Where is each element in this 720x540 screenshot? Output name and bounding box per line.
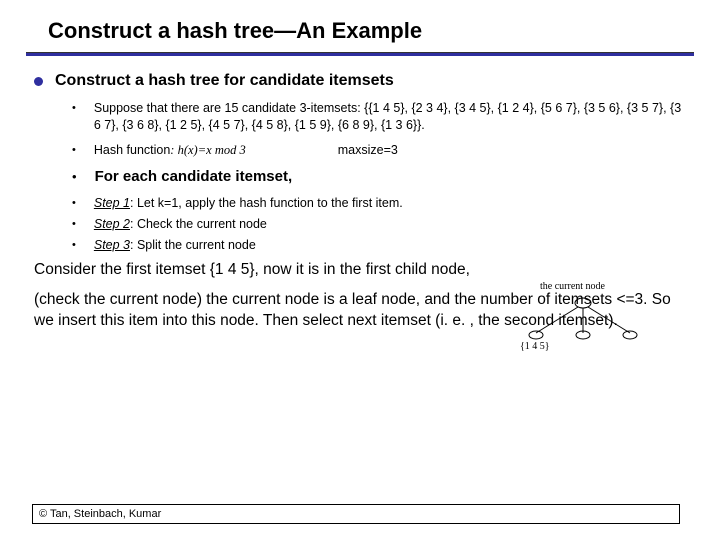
step-text: : Split the current node — [130, 238, 256, 252]
colon: : — [170, 143, 177, 157]
bullet-mark-icon: • — [72, 102, 76, 114]
list-item: • Step 1: Let k=1, apply the hash functi… — [72, 195, 686, 212]
bullet-text: Step 1: Let k=1, apply the hash function… — [94, 195, 403, 212]
maxsize-label: maxsize=3 — [338, 142, 398, 159]
list-item: • Suppose that there are 15 candidate 3-… — [72, 100, 686, 134]
list-item: • Step 2: Check the current node — [72, 216, 686, 233]
step-label: Step 3 — [94, 238, 130, 252]
step-text: : Check the current node — [130, 217, 267, 231]
step-label: Step 2 — [94, 217, 130, 231]
bullet-text-emph: For each candidate itemset, — [95, 167, 293, 187]
tree-svg — [518, 283, 648, 349]
content-area: Construct a hash tree for candidate item… — [0, 56, 720, 254]
bullet-list: • Suppose that there are 15 candidate 3-… — [72, 100, 686, 254]
footer-credit: © Tan, Steinbach, Kumar — [32, 504, 680, 524]
bullet-mark-icon: • — [72, 218, 76, 230]
diagram-label-top: the current node — [540, 281, 605, 292]
hash-label: Hash function — [94, 143, 170, 157]
step-label: Step 1 — [94, 196, 130, 210]
bullet-mark-icon: • — [72, 197, 76, 209]
step-text: : Let k=1, apply the hash function to th… — [130, 196, 403, 210]
diagram-leaf-label: {1 4 5} — [520, 341, 550, 352]
bullet-text: Step 2: Check the current node — [94, 216, 267, 233]
heading-row: Construct a hash tree for candidate item… — [34, 72, 686, 90]
bullet-text: Hash function: h(x)=x mod 3 maxsize=3 — [94, 142, 398, 159]
list-item: • Step 3: Split the current node — [72, 237, 686, 254]
tree-diagram: the current node {1 4 5} — [518, 283, 648, 353]
bullet-text: Suppose that there are 15 candidate 3-it… — [94, 100, 686, 134]
list-item: • Hash function: h(x)=x mod 3 maxsize=3 — [72, 142, 686, 159]
section-heading: Construct a hash tree for candidate item… — [55, 72, 394, 90]
hash-function: h(x)=x mod 3 — [178, 142, 246, 159]
bullet-mark-icon: • — [72, 169, 77, 184]
bullet-text: Step 3: Split the current node — [94, 237, 256, 254]
page-title: Construct a hash tree—An Example — [0, 0, 720, 52]
paragraph: Consider the first itemset {1 4 5}, now … — [34, 260, 686, 281]
bullet-mark-icon: • — [72, 239, 76, 251]
bullet-mark-icon: • — [72, 144, 76, 156]
bullet-dot-icon — [34, 77, 43, 86]
list-item: • For each candidate itemset, — [72, 167, 686, 187]
